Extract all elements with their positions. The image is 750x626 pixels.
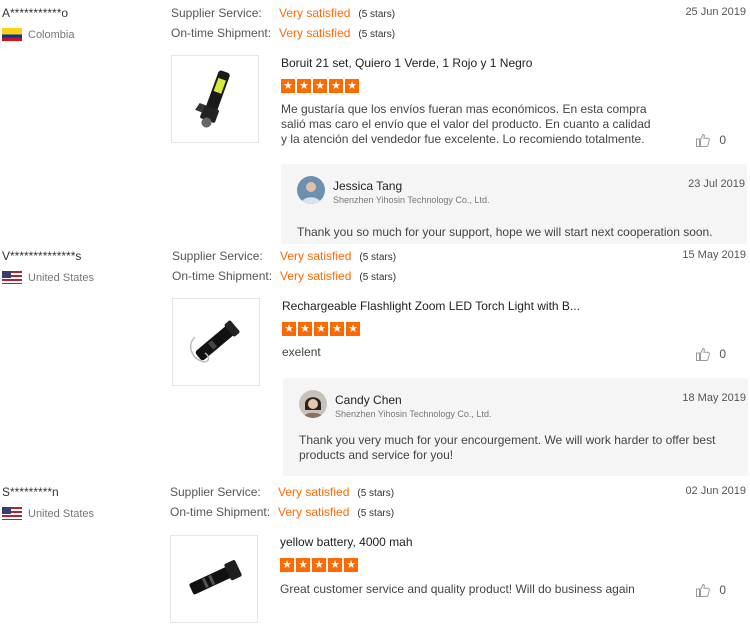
like-button[interactable]: 0 bbox=[695, 582, 726, 598]
seller-reply: Jessica Tang Shenzhen Yihosin Technology… bbox=[281, 164, 747, 244]
supplier-service-value: Very satisfied bbox=[279, 6, 351, 20]
star-icon: ★ bbox=[298, 322, 312, 336]
star-rating: ★ ★ ★ ★ ★ bbox=[280, 558, 358, 572]
shipment-stars: (5 stars) bbox=[357, 508, 395, 519]
product-title[interactable]: yellow battery, 4000 mah bbox=[280, 535, 413, 549]
like-button[interactable]: 0 bbox=[695, 346, 726, 362]
reply-company: Shenzhen Yihosin Technology Co., Ltd. bbox=[333, 195, 490, 205]
star-icon: ★ bbox=[330, 322, 344, 336]
buyer-name: A***********o bbox=[2, 6, 69, 20]
shipment-label: On-time Shipment: bbox=[170, 505, 271, 519]
star-rating: ★ ★ ★ ★ ★ bbox=[282, 322, 360, 336]
buyer-country: United States bbox=[2, 271, 94, 284]
star-icon: ★ bbox=[344, 558, 358, 572]
buyer-name: V**************s bbox=[2, 249, 82, 263]
supplier-service-stars: (5 stars) bbox=[358, 9, 396, 20]
product-title[interactable]: Rechargeable Flashlight Zoom LED Torch L… bbox=[282, 299, 580, 313]
avatar bbox=[299, 390, 327, 418]
shipment-label: On-time Shipment: bbox=[172, 269, 273, 283]
star-icon: ★ bbox=[346, 322, 360, 336]
colombia-flag-icon bbox=[2, 28, 22, 41]
flashlight-image bbox=[190, 320, 240, 363]
supplier-service-stars: (5 stars) bbox=[359, 252, 397, 263]
review-comment: exelent bbox=[282, 345, 321, 359]
review-item: S*********n United States Supplier Servi… bbox=[0, 485, 750, 626]
reply-author: Candy Chen bbox=[335, 393, 402, 407]
star-icon: ★ bbox=[312, 558, 326, 572]
review-date: 25 Jun 2019 bbox=[685, 6, 746, 18]
country-name: Colombia bbox=[28, 28, 75, 41]
shipment-label: On-time Shipment: bbox=[171, 26, 272, 40]
star-icon: ★ bbox=[345, 79, 359, 93]
buyer-name: S*********n bbox=[2, 485, 59, 499]
reply-date: 23 Jul 2019 bbox=[688, 178, 745, 190]
product-title[interactable]: Boruit 21 set, Quiero 1 Verde, 1 Rojo y … bbox=[281, 56, 532, 70]
shipment-value: Very satisfied bbox=[279, 26, 351, 40]
supplier-service-label: Supplier Service: bbox=[172, 249, 263, 263]
shipment-value: Very satisfied bbox=[280, 269, 352, 283]
review-comment: Me gustaría que los envíos fueran mas ec… bbox=[281, 102, 651, 146]
like-button[interactable]: 0 bbox=[695, 132, 726, 148]
star-rating: ★ ★ ★ ★ ★ bbox=[281, 79, 359, 93]
star-icon: ★ bbox=[313, 79, 327, 93]
reply-company: Shenzhen Yihosin Technology Co., Ltd. bbox=[335, 409, 492, 419]
review-comment: Great customer service and quality produ… bbox=[280, 582, 635, 596]
product-thumbnail[interactable] bbox=[170, 535, 258, 623]
buyer-country: Colombia bbox=[2, 28, 74, 41]
like-count: 0 bbox=[719, 583, 726, 597]
shipment-stars: (5 stars) bbox=[359, 272, 397, 283]
product-thumbnail[interactable] bbox=[172, 298, 260, 386]
thumbs-up-icon bbox=[696, 347, 711, 361]
review-date: 02 Jun 2019 bbox=[685, 485, 746, 497]
avatar bbox=[297, 176, 325, 204]
star-icon: ★ bbox=[281, 79, 295, 93]
shipment-rating: On-time Shipment: Very satisfied (5 star… bbox=[171, 26, 395, 40]
thumbs-up-icon bbox=[696, 583, 711, 597]
flashlight-image bbox=[195, 70, 230, 128]
flashlight-image bbox=[189, 560, 242, 595]
us-flag-icon bbox=[2, 271, 22, 284]
us-flag-icon bbox=[2, 507, 22, 520]
review-date: 15 May 2019 bbox=[682, 249, 746, 261]
shipment-value: Very satisfied bbox=[278, 505, 350, 519]
reply-text: Thank you so much for your support, hope… bbox=[297, 225, 713, 239]
shipment-rating: On-time Shipment: Very satisfied (5 star… bbox=[172, 269, 396, 283]
supplier-service-label: Supplier Service: bbox=[171, 6, 262, 20]
review-item: V**************s United States Supplier … bbox=[0, 249, 750, 479]
supplier-service-rating: Supplier Service: Very satisfied (5 star… bbox=[170, 485, 394, 499]
supplier-service-label: Supplier Service: bbox=[170, 485, 261, 499]
supplier-service-value: Very satisfied bbox=[278, 485, 350, 499]
thumbs-up-icon bbox=[696, 133, 711, 147]
shipment-stars: (5 stars) bbox=[358, 29, 396, 40]
review-item: A***********o Colombia Supplier Service:… bbox=[0, 6, 750, 246]
supplier-service-rating: Supplier Service: Very satisfied (5 star… bbox=[171, 6, 395, 20]
star-icon: ★ bbox=[282, 322, 296, 336]
reply-author: Jessica Tang bbox=[333, 179, 403, 193]
star-icon: ★ bbox=[314, 322, 328, 336]
star-icon: ★ bbox=[328, 558, 342, 572]
reply-date: 18 May 2019 bbox=[682, 392, 746, 404]
supplier-service-value: Very satisfied bbox=[280, 249, 352, 263]
product-thumbnail[interactable] bbox=[171, 55, 259, 143]
shipment-rating: On-time Shipment: Very satisfied (5 star… bbox=[170, 505, 394, 519]
star-icon: ★ bbox=[296, 558, 310, 572]
seller-reply: Candy Chen Shenzhen Yihosin Technology C… bbox=[283, 378, 748, 476]
star-icon: ★ bbox=[329, 79, 343, 93]
reply-text: Thank you very much for your encourgemen… bbox=[299, 433, 716, 462]
star-icon: ★ bbox=[297, 79, 311, 93]
country-name: United States bbox=[28, 507, 95, 520]
star-icon: ★ bbox=[280, 558, 294, 572]
like-count: 0 bbox=[719, 347, 726, 361]
like-count: 0 bbox=[719, 133, 726, 147]
country-name: United States bbox=[28, 271, 95, 284]
buyer-country: United States bbox=[2, 507, 94, 520]
supplier-service-rating: Supplier Service: Very satisfied (5 star… bbox=[172, 249, 396, 263]
supplier-service-stars: (5 stars) bbox=[357, 488, 395, 499]
